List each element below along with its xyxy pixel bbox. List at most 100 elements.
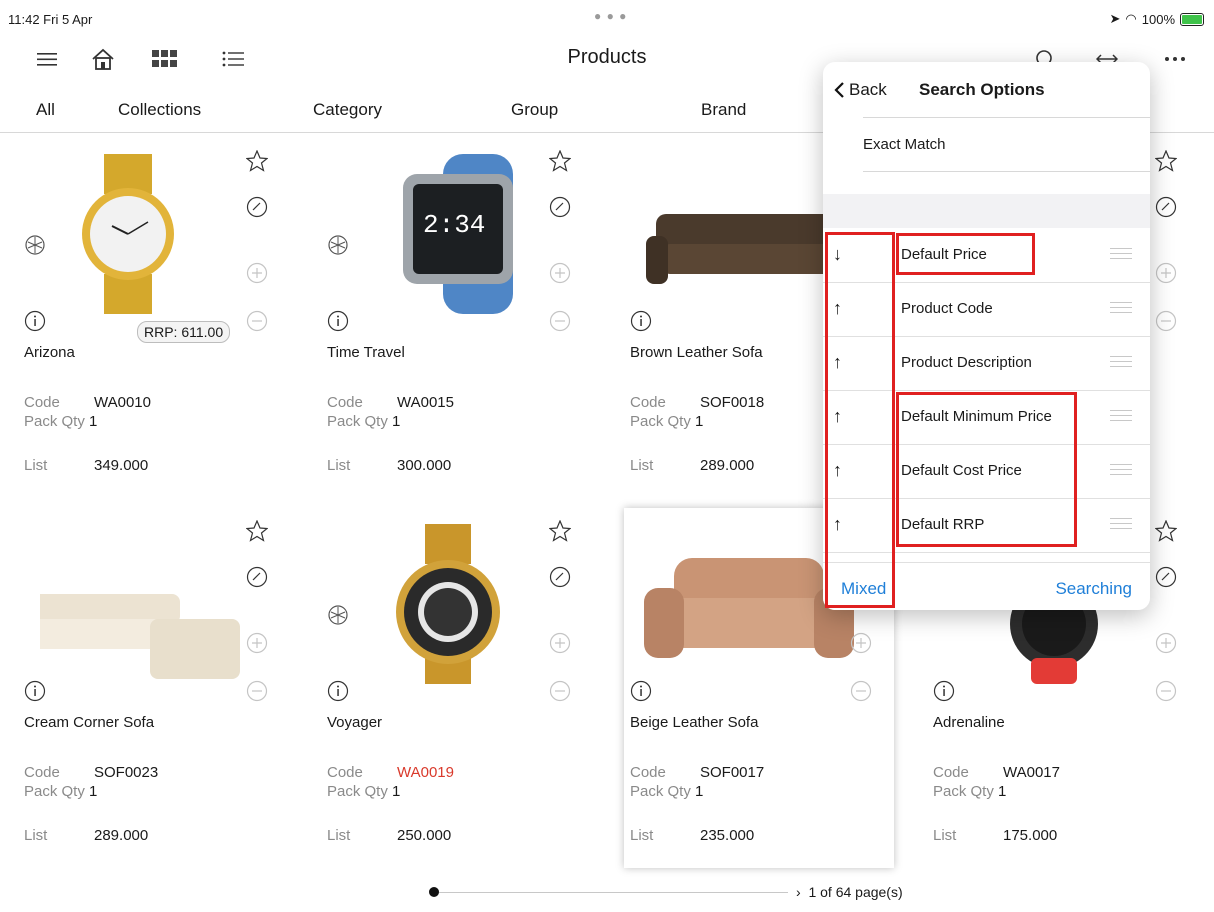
brand-logo-icon bbox=[24, 234, 46, 256]
product-name: Arizona bbox=[24, 344, 75, 361]
list-price-row: List 289.000 bbox=[630, 457, 755, 474]
list-price-row: List 289.000 bbox=[24, 827, 149, 844]
product-card[interactable]: RRP: 611.00 Arizona Code WA0010 Pack Qty … bbox=[0, 134, 302, 502]
tab-all[interactable]: All bbox=[36, 100, 55, 120]
highlight-box-directions bbox=[825, 232, 895, 608]
favourite-star-icon[interactable] bbox=[246, 520, 268, 542]
minus-icon[interactable] bbox=[549, 310, 571, 332]
minus-icon[interactable] bbox=[1155, 310, 1177, 332]
wifi-icon: ◠ bbox=[1125, 11, 1137, 26]
back-button[interactable]: Back bbox=[833, 80, 887, 100]
page-count[interactable]: › 1 of 64 page(s) bbox=[796, 884, 903, 900]
plus-icon[interactable] bbox=[1155, 632, 1177, 654]
plus-icon[interactable] bbox=[549, 632, 571, 654]
pack-qty-row: Pack Qty 1 bbox=[630, 783, 704, 800]
link-icon[interactable] bbox=[1155, 566, 1177, 588]
page-slider-track[interactable] bbox=[434, 892, 788, 893]
pack-qty-row: Pack Qty 1 bbox=[933, 783, 1007, 800]
highlight-box-price-fields bbox=[896, 392, 1077, 547]
minus-icon[interactable] bbox=[246, 680, 268, 702]
info-icon[interactable] bbox=[327, 310, 349, 332]
plus-icon[interactable] bbox=[1155, 262, 1177, 284]
minus-icon[interactable] bbox=[1155, 680, 1177, 702]
rrp-badge: RRP: 611.00 bbox=[137, 321, 231, 343]
favourite-star-icon[interactable] bbox=[549, 520, 571, 542]
pack-qty-row: Pack Qty 1 bbox=[24, 413, 98, 430]
link-icon[interactable] bbox=[549, 196, 571, 218]
minus-icon[interactable] bbox=[850, 680, 872, 702]
tab-group[interactable]: Group bbox=[511, 100, 558, 120]
code-row: Code WA0017 bbox=[933, 764, 1060, 781]
info-icon[interactable] bbox=[24, 680, 46, 702]
product-image bbox=[40, 594, 240, 679]
plus-icon[interactable] bbox=[246, 262, 268, 284]
exact-match-option[interactable]: Exact Match bbox=[863, 136, 946, 153]
sort-field-label: Product Description bbox=[901, 354, 1032, 371]
tab-category[interactable]: Category bbox=[313, 100, 382, 120]
plus-icon[interactable] bbox=[549, 262, 571, 284]
multitask-dots-icon[interactable]: ● ● ● bbox=[594, 9, 627, 23]
favourite-star-icon[interactable] bbox=[549, 150, 571, 172]
product-name: Voyager bbox=[327, 714, 383, 731]
product-name: Brown Leather Sofa bbox=[630, 344, 763, 361]
searching-button[interactable]: Searching bbox=[1055, 579, 1132, 599]
list-price-row: List 349.000 bbox=[24, 457, 149, 474]
link-icon[interactable] bbox=[246, 196, 268, 218]
plus-icon[interactable] bbox=[246, 632, 268, 654]
info-icon[interactable] bbox=[630, 680, 652, 702]
highlight-box-default-price bbox=[896, 233, 1035, 275]
product-name: Time Travel bbox=[327, 344, 405, 361]
code-row: Code WA0015 bbox=[327, 394, 454, 411]
svg-text:2:34: 2:34 bbox=[423, 210, 485, 240]
chevron-right-icon: › bbox=[796, 884, 801, 900]
popover-header: Back Search Options Exact Match bbox=[823, 62, 1150, 194]
info-icon[interactable] bbox=[327, 680, 349, 702]
list-price-row: List 250.000 bbox=[327, 827, 452, 844]
product-card[interactable]: Voyager Code WA0019 Pack Qty 1 List 250.00… bbox=[303, 504, 605, 872]
drag-handle-icon[interactable] bbox=[1110, 464, 1132, 479]
pack-qty-row: Pack Qty 1 bbox=[630, 413, 704, 430]
code-row: Code WA0019 bbox=[327, 764, 454, 781]
product-name: Cream Corner Sofa bbox=[24, 714, 155, 731]
drag-handle-icon[interactable] bbox=[1110, 410, 1132, 425]
location-icon: ➤ bbox=[1109, 11, 1121, 26]
favourite-star-icon[interactable] bbox=[246, 150, 268, 172]
info-icon[interactable] bbox=[630, 310, 652, 332]
product-card[interactable]: Cream Corner Sofa Code SOF0023 Pack Qty 1… bbox=[0, 504, 302, 872]
favourite-star-icon[interactable] bbox=[1155, 520, 1177, 542]
product-image bbox=[396, 524, 500, 684]
link-icon[interactable] bbox=[246, 566, 268, 588]
battery-icon bbox=[1180, 12, 1204, 26]
code-row: Code SOF0018 bbox=[630, 394, 765, 411]
drag-handle-icon[interactable] bbox=[1110, 356, 1132, 371]
code-row: Code SOF0017 bbox=[630, 764, 765, 781]
tab-brand[interactable]: Brand bbox=[701, 100, 746, 120]
minus-icon[interactable] bbox=[549, 680, 571, 702]
list-price-row: List 235.000 bbox=[630, 827, 755, 844]
pack-qty-row: Pack Qty 1 bbox=[327, 783, 401, 800]
tab-collections[interactable]: Collections bbox=[118, 100, 201, 120]
brand-logo-icon bbox=[327, 234, 349, 256]
info-icon[interactable] bbox=[933, 680, 955, 702]
plus-icon[interactable] bbox=[850, 632, 872, 654]
drag-handle-icon[interactable] bbox=[1110, 518, 1132, 533]
minus-icon[interactable] bbox=[246, 310, 268, 332]
status-right: ➤ ◠ 100% bbox=[1109, 11, 1204, 27]
link-icon[interactable] bbox=[549, 566, 571, 588]
brand-logo-icon bbox=[327, 604, 349, 626]
product-image bbox=[82, 154, 174, 314]
pack-qty-row: Pack Qty 1 bbox=[24, 783, 98, 800]
product-name: Adrenaline bbox=[933, 714, 1005, 731]
list-price-row: List 175.000 bbox=[933, 827, 1058, 844]
product-image: 2:34 bbox=[403, 154, 513, 314]
popover-title: Search Options bbox=[919, 80, 1045, 99]
code-row: Code SOF0023 bbox=[24, 764, 159, 781]
page-slider-knob[interactable] bbox=[429, 887, 439, 897]
info-icon[interactable] bbox=[24, 310, 46, 332]
battery-percent: 100% bbox=[1141, 11, 1175, 27]
drag-handle-icon[interactable] bbox=[1110, 302, 1132, 317]
product-card[interactable]: 2:34 Time Travel Code WA0015 Pack Qty 1 L… bbox=[303, 134, 605, 502]
favourite-star-icon[interactable] bbox=[1155, 150, 1177, 172]
drag-handle-icon[interactable] bbox=[1110, 248, 1132, 263]
link-icon[interactable] bbox=[1155, 196, 1177, 218]
